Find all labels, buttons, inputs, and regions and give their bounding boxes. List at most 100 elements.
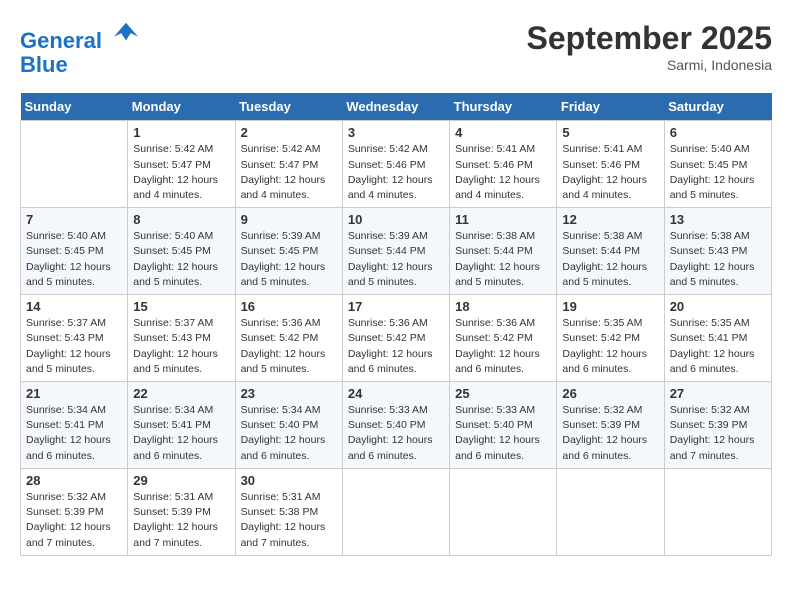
day-info: Sunrise: 5:34 AM Sunset: 5:41 PM Dayligh… bbox=[133, 403, 229, 464]
calendar-cell: 30Sunrise: 5:31 AM Sunset: 5:38 PM Dayli… bbox=[235, 468, 342, 555]
week-row-2: 7 Sunrise: 5:40 AM Sunset: 5:45 PM Daylig… bbox=[21, 208, 772, 295]
calendar-cell bbox=[342, 468, 449, 555]
day-number: 20 bbox=[670, 299, 766, 314]
calendar-cell: 13 Sunrise: 5:38 AM Sunset: 5:43 PM Dayli… bbox=[664, 208, 771, 295]
day-number: 13 bbox=[670, 212, 766, 227]
week-row-5: 28 Sunrise: 5:32 AM Sunset: 5:39 PM Dayli… bbox=[21, 468, 772, 555]
day-number: 28 bbox=[26, 473, 122, 488]
day-info: Sunrise: 5:39 AM Sunset: 5:45 PM Dayligh… bbox=[241, 229, 337, 290]
calendar-cell: 2Sunrise: 5:42 AM Sunset: 5:47 PM Daylig… bbox=[235, 121, 342, 208]
col-header-monday: Monday bbox=[128, 93, 235, 121]
calendar-cell: 7 Sunrise: 5:40 AM Sunset: 5:45 PM Daylig… bbox=[21, 208, 128, 295]
day-number: 4 bbox=[455, 125, 551, 140]
day-number: 19 bbox=[562, 299, 658, 314]
calendar-cell: 3 Sunrise: 5:42 AM Sunset: 5:46 PM Daylig… bbox=[342, 121, 449, 208]
day-info: Sunrise: 5:41 AM Sunset: 5:46 PM Dayligh… bbox=[455, 142, 551, 203]
col-header-friday: Friday bbox=[557, 93, 664, 121]
calendar-cell bbox=[557, 468, 664, 555]
day-number: 12 bbox=[562, 212, 658, 227]
day-number: 2 bbox=[241, 125, 337, 140]
calendar-cell: 27 Sunrise: 5:32 AM Sunset: 5:39 PM Dayli… bbox=[664, 382, 771, 469]
location: Sarmi, Indonesia bbox=[527, 57, 772, 73]
day-info: Sunrise: 5:33 AM Sunset: 5:40 PM Dayligh… bbox=[455, 403, 551, 464]
calendar-cell: 12 Sunrise: 5:38 AM Sunset: 5:44 PM Dayli… bbox=[557, 208, 664, 295]
day-number: 6 bbox=[670, 125, 766, 140]
calendar-cell: 11Sunrise: 5:38 AM Sunset: 5:44 PM Dayli… bbox=[450, 208, 557, 295]
calendar-cell bbox=[450, 468, 557, 555]
day-info: Sunrise: 5:37 AM Sunset: 5:43 PM Dayligh… bbox=[26, 316, 122, 377]
day-number: 22 bbox=[133, 386, 229, 401]
day-number: 3 bbox=[348, 125, 444, 140]
day-number: 23 bbox=[241, 386, 337, 401]
week-row-3: 14 Sunrise: 5:37 AM Sunset: 5:43 PM Dayli… bbox=[21, 295, 772, 382]
day-info: Sunrise: 5:38 AM Sunset: 5:44 PM Dayligh… bbox=[562, 229, 658, 290]
calendar-cell: 16 Sunrise: 5:36 AM Sunset: 5:42 PM Dayli… bbox=[235, 295, 342, 382]
day-info: Sunrise: 5:32 AM Sunset: 5:39 PM Dayligh… bbox=[670, 403, 766, 464]
day-number: 14 bbox=[26, 299, 122, 314]
calendar-cell: 26 Sunrise: 5:32 AM Sunset: 5:39 PM Dayli… bbox=[557, 382, 664, 469]
day-number: 24 bbox=[348, 386, 444, 401]
calendar-cell: 25 Sunrise: 5:33 AM Sunset: 5:40 PM Dayli… bbox=[450, 382, 557, 469]
day-info: Sunrise: 5:32 AM Sunset: 5:39 PM Dayligh… bbox=[562, 403, 658, 464]
day-number: 25 bbox=[455, 386, 551, 401]
day-number: 7 bbox=[26, 212, 122, 227]
calendar-cell: 28 Sunrise: 5:32 AM Sunset: 5:39 PM Dayli… bbox=[21, 468, 128, 555]
day-number: 18 bbox=[455, 299, 551, 314]
day-number: 27 bbox=[670, 386, 766, 401]
day-number: 1 bbox=[133, 125, 229, 140]
calendar-cell: 19 Sunrise: 5:35 AM Sunset: 5:42 PM Dayli… bbox=[557, 295, 664, 382]
day-info: Sunrise: 5:38 AM Sunset: 5:43 PM Dayligh… bbox=[670, 229, 766, 290]
day-info: Sunrise: 5:40 AM Sunset: 5:45 PM Dayligh… bbox=[26, 229, 122, 290]
logo: General Blue bbox=[20, 20, 140, 77]
day-number: 26 bbox=[562, 386, 658, 401]
calendar-cell: 23 Sunrise: 5:34 AM Sunset: 5:40 PM Dayli… bbox=[235, 382, 342, 469]
calendar-cell: 29 Sunrise: 5:31 AM Sunset: 5:39 PM Dayli… bbox=[128, 468, 235, 555]
logo-bird-icon bbox=[112, 20, 140, 48]
calendar-cell: 1 Sunrise: 5:42 AM Sunset: 5:47 PM Daylig… bbox=[128, 121, 235, 208]
day-info: Sunrise: 5:40 AM Sunset: 5:45 PM Dayligh… bbox=[133, 229, 229, 290]
day-info: Sunrise: 5:37 AM Sunset: 5:43 PM Dayligh… bbox=[133, 316, 229, 377]
calendar-cell: 20Sunrise: 5:35 AM Sunset: 5:41 PM Dayli… bbox=[664, 295, 771, 382]
day-number: 15 bbox=[133, 299, 229, 314]
day-number: 30 bbox=[241, 473, 337, 488]
day-info: Sunrise: 5:42 AM Sunset: 5:47 PM Dayligh… bbox=[133, 142, 229, 203]
title-block: September 2025 Sarmi, Indonesia bbox=[527, 20, 772, 73]
day-info: Sunrise: 5:38 AM Sunset: 5:44 PM Dayligh… bbox=[455, 229, 551, 290]
calendar-cell: 21 Sunrise: 5:34 AM Sunset: 5:41 PM Dayli… bbox=[21, 382, 128, 469]
calendar-cell: 9Sunrise: 5:39 AM Sunset: 5:45 PM Daylig… bbox=[235, 208, 342, 295]
col-header-saturday: Saturday bbox=[664, 93, 771, 121]
day-info: Sunrise: 5:36 AM Sunset: 5:42 PM Dayligh… bbox=[455, 316, 551, 377]
day-number: 5 bbox=[562, 125, 658, 140]
calendar-cell: 17 Sunrise: 5:36 AM Sunset: 5:42 PM Dayli… bbox=[342, 295, 449, 382]
month-title: September 2025 bbox=[527, 20, 772, 57]
day-number: 17 bbox=[348, 299, 444, 314]
day-number: 8 bbox=[133, 212, 229, 227]
calendar-cell bbox=[21, 121, 128, 208]
day-info: Sunrise: 5:42 AM Sunset: 5:46 PM Dayligh… bbox=[348, 142, 444, 203]
header-row: SundayMondayTuesdayWednesdayThursdayFrid… bbox=[21, 93, 772, 121]
day-info: Sunrise: 5:31 AM Sunset: 5:39 PM Dayligh… bbox=[133, 490, 229, 551]
day-number: 29 bbox=[133, 473, 229, 488]
calendar-cell: 24 Sunrise: 5:33 AM Sunset: 5:40 PM Dayli… bbox=[342, 382, 449, 469]
day-info: Sunrise: 5:36 AM Sunset: 5:42 PM Dayligh… bbox=[348, 316, 444, 377]
calendar-cell: 8 Sunrise: 5:40 AM Sunset: 5:45 PM Daylig… bbox=[128, 208, 235, 295]
logo-blue: Blue bbox=[20, 53, 140, 77]
day-info: Sunrise: 5:33 AM Sunset: 5:40 PM Dayligh… bbox=[348, 403, 444, 464]
day-info: Sunrise: 5:36 AM Sunset: 5:42 PM Dayligh… bbox=[241, 316, 337, 377]
day-info: Sunrise: 5:41 AM Sunset: 5:46 PM Dayligh… bbox=[562, 142, 658, 203]
calendar-cell bbox=[664, 468, 771, 555]
day-info: Sunrise: 5:35 AM Sunset: 5:42 PM Dayligh… bbox=[562, 316, 658, 377]
col-header-tuesday: Tuesday bbox=[235, 93, 342, 121]
page-header: General Blue September 2025 Sarmi, Indon… bbox=[20, 20, 772, 77]
day-info: Sunrise: 5:34 AM Sunset: 5:41 PM Dayligh… bbox=[26, 403, 122, 464]
day-number: 16 bbox=[241, 299, 337, 314]
day-number: 21 bbox=[26, 386, 122, 401]
day-info: Sunrise: 5:34 AM Sunset: 5:40 PM Dayligh… bbox=[241, 403, 337, 464]
week-row-1: 1 Sunrise: 5:42 AM Sunset: 5:47 PM Daylig… bbox=[21, 121, 772, 208]
day-info: Sunrise: 5:32 AM Sunset: 5:39 PM Dayligh… bbox=[26, 490, 122, 551]
day-number: 10 bbox=[348, 212, 444, 227]
col-header-thursday: Thursday bbox=[450, 93, 557, 121]
calendar-cell: 10Sunrise: 5:39 AM Sunset: 5:44 PM Dayli… bbox=[342, 208, 449, 295]
calendar-cell: 15 Sunrise: 5:37 AM Sunset: 5:43 PM Dayli… bbox=[128, 295, 235, 382]
logo-general: General bbox=[20, 28, 102, 53]
